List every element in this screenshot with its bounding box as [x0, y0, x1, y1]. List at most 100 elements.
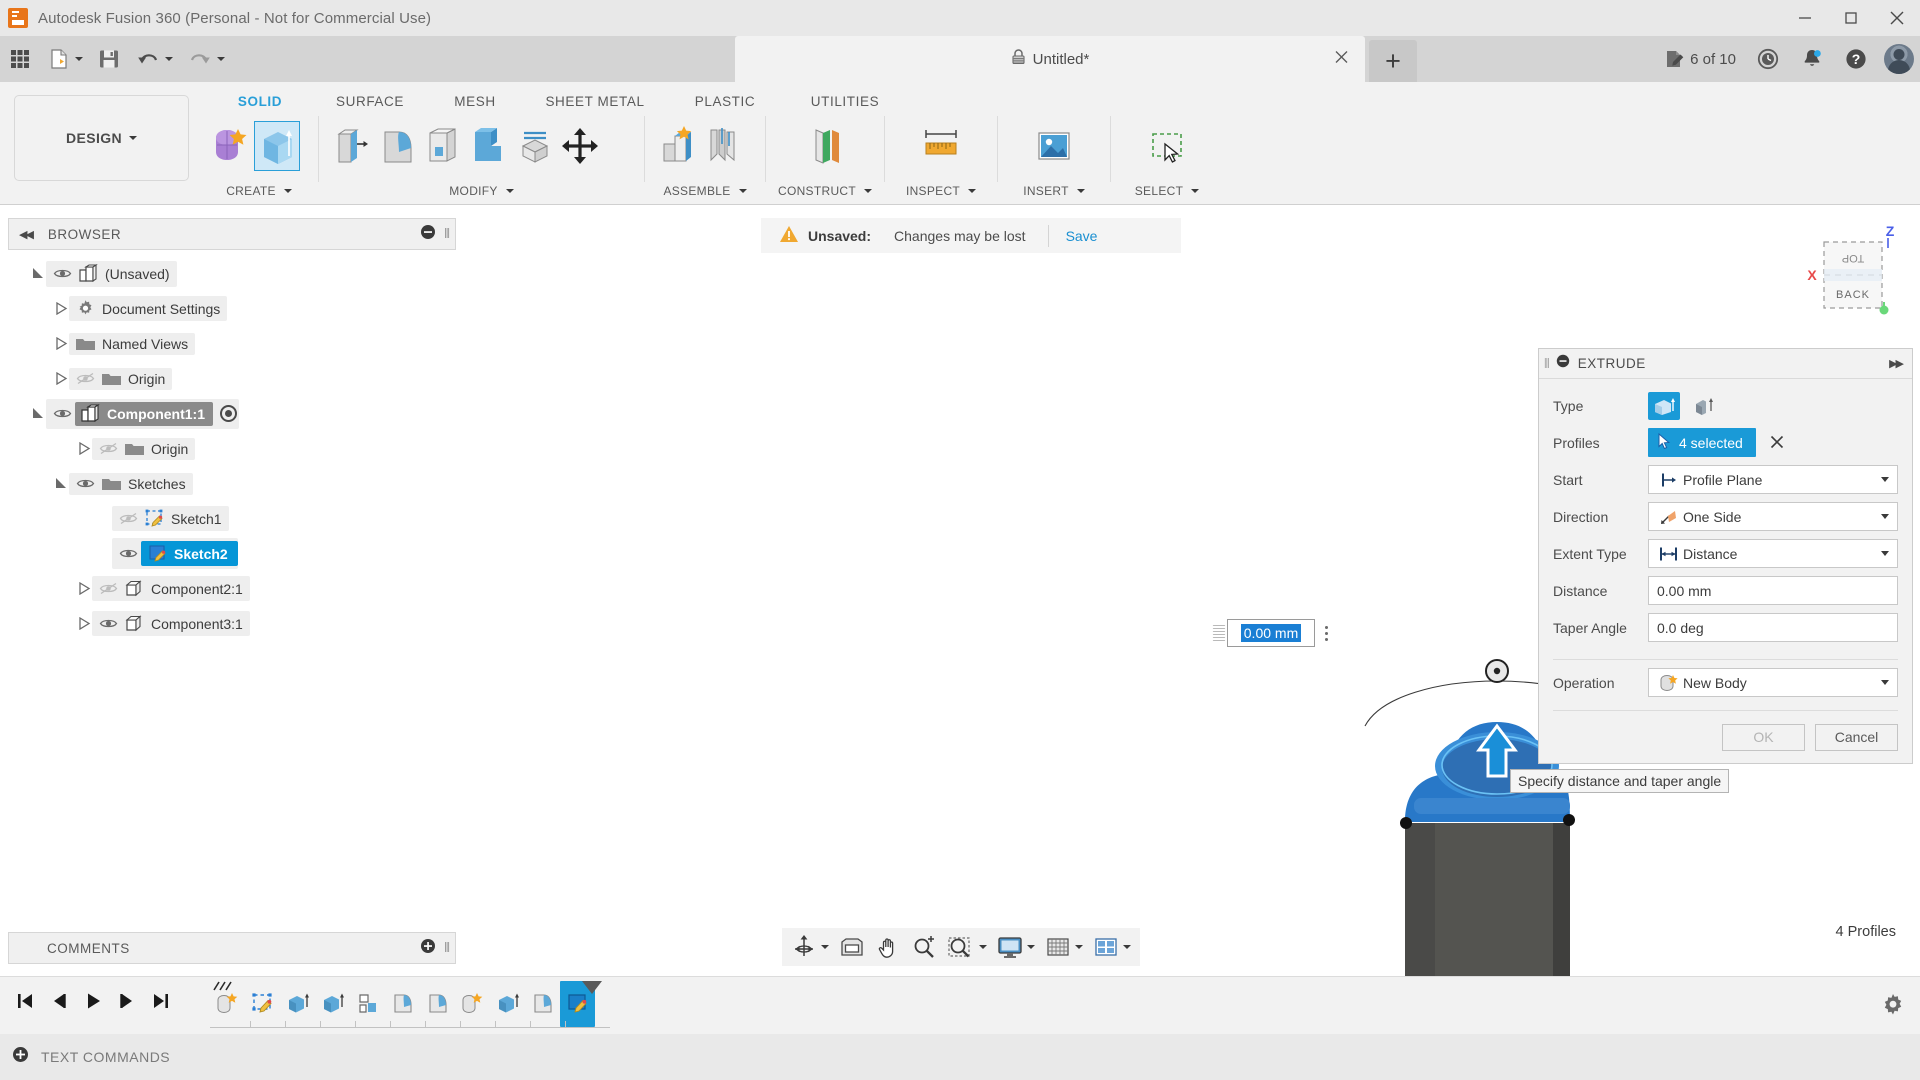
- start-dropdown[interactable]: Profile Plane: [1648, 465, 1898, 494]
- tree-item-origin-comp[interactable]: Origin: [92, 437, 196, 460]
- panel-grip-icon[interactable]: ⦀: [444, 940, 450, 956]
- tree-row-component2[interactable]: Component2:1: [8, 571, 456, 606]
- maximize-icon[interactable]: [1828, 0, 1874, 36]
- plus-circle-icon[interactable]: [12, 1046, 29, 1068]
- redo-icon[interactable]: [181, 41, 231, 77]
- tree-row-named-views[interactable]: Named Views: [8, 326, 456, 361]
- orbit-icon[interactable]: [786, 930, 834, 964]
- distance-manipulator[interactable]: 0.00 mm: [1212, 618, 1337, 648]
- press-pull-icon[interactable]: [328, 122, 372, 170]
- timeline-feature-new-component[interactable]: [210, 981, 245, 1027]
- tab-sheet-metal[interactable]: SHEET METAL: [525, 88, 665, 115]
- expander-right-icon[interactable]: [53, 372, 69, 385]
- app-grid-icon[interactable]: [1, 41, 39, 77]
- undo-icon[interactable]: [129, 41, 179, 77]
- expander-right-icon[interactable]: [53, 302, 69, 315]
- expander-right-icon[interactable]: [76, 582, 92, 595]
- display-settings-icon[interactable]: [992, 930, 1040, 964]
- shell-icon[interactable]: [420, 122, 464, 170]
- undo-caret-icon[interactable]: [165, 57, 173, 61]
- expander-down-icon[interactable]: [30, 267, 46, 280]
- extrude-dialog-header[interactable]: ⦀ EXTRUDE ▶▶: [1539, 349, 1912, 379]
- panel-label-assemble[interactable]: ASSEMBLE: [645, 178, 765, 204]
- create-sketch-icon[interactable]: [209, 122, 253, 170]
- help-icon[interactable]: ?: [1836, 40, 1876, 78]
- job-status-icon[interactable]: 6 of 10: [1655, 40, 1744, 78]
- offset-plane-icon[interactable]: [803, 122, 847, 170]
- manipulator-input[interactable]: 0.00 mm: [1227, 619, 1315, 647]
- tab-utilities[interactable]: UTILITIES: [785, 88, 905, 115]
- extent-type-dropdown[interactable]: Distance: [1648, 539, 1898, 568]
- plus-circle-icon[interactable]: [420, 938, 436, 959]
- zoom-icon[interactable]: [906, 930, 942, 964]
- tree-item-named-views[interactable]: Named Views: [69, 332, 196, 355]
- manipulator-grip-icon[interactable]: [1212, 618, 1226, 648]
- user-avatar[interactable]: [1884, 44, 1914, 74]
- panel-label-construct[interactable]: CONSTRUCT: [766, 178, 884, 204]
- expander-right-icon[interactable]: [53, 337, 69, 350]
- panel-label-modify[interactable]: MODIFY: [319, 178, 644, 204]
- zoom-window-caret-icon[interactable]: [979, 945, 987, 949]
- tree-item-document-settings[interactable]: Document Settings: [69, 296, 228, 321]
- select-window-icon[interactable]: [1145, 122, 1189, 170]
- measure-icon[interactable]: [919, 122, 963, 170]
- move-copy-icon[interactable]: [558, 122, 602, 170]
- workspace-switcher-button[interactable]: DESIGN: [14, 95, 189, 181]
- ok-button[interactable]: OK: [1722, 723, 1805, 751]
- visibility-icon-visible[interactable]: [95, 617, 121, 630]
- go-to-end-icon[interactable]: [146, 986, 176, 1016]
- save-icon[interactable]: [91, 41, 127, 77]
- tab-plastic[interactable]: PLASTIC: [665, 88, 785, 115]
- tree-row-origin-comp[interactable]: Origin: [8, 431, 456, 466]
- dialog-grip-icon[interactable]: ⦀: [1544, 356, 1550, 372]
- extrude-solid-icon[interactable]: [1648, 391, 1680, 420]
- operation-dropdown[interactable]: New Body: [1648, 668, 1898, 697]
- visibility-icon-visible[interactable]: [49, 267, 75, 280]
- insert-image-icon[interactable]: [1032, 122, 1076, 170]
- visibility-icon-visible[interactable]: [72, 477, 98, 490]
- expand-right-icon[interactable]: ▶▶: [1889, 357, 1904, 370]
- visibility-icon-visible[interactable]: [49, 407, 75, 420]
- expander-down-icon[interactable]: [30, 407, 46, 420]
- extrude-thin-icon[interactable]: [1688, 392, 1720, 420]
- tree-item-sketches[interactable]: Sketches: [69, 472, 193, 495]
- minimize-icon[interactable]: [1782, 0, 1828, 36]
- tree-row-sketches[interactable]: Sketches: [8, 466, 456, 501]
- new-file-caret-icon[interactable]: [75, 57, 83, 61]
- play-icon[interactable]: [78, 986, 108, 1016]
- close-icon[interactable]: [1874, 0, 1920, 36]
- go-to-beginning-icon[interactable]: [10, 986, 40, 1016]
- minus-circle-icon[interactable]: [420, 224, 436, 245]
- display-settings-caret-icon[interactable]: [1027, 945, 1035, 949]
- orbit-caret-icon[interactable]: [821, 945, 829, 949]
- combine-icon[interactable]: [466, 122, 510, 170]
- new-tab-button[interactable]: +: [1369, 40, 1417, 82]
- save-link[interactable]: Save: [1066, 228, 1098, 244]
- expander-right-icon[interactable]: [76, 617, 92, 630]
- tab-mesh[interactable]: MESH: [425, 88, 525, 115]
- panel-label-insert[interactable]: INSERT: [998, 178, 1110, 204]
- tab-close-icon[interactable]: [1334, 50, 1349, 69]
- zoom-window-icon[interactable]: [942, 930, 992, 964]
- text-commands-label[interactable]: TEXT COMMANDS: [41, 1049, 170, 1065]
- tab-solid[interactable]: SOLID: [205, 88, 315, 115]
- tree-item-component3[interactable]: Component3:1: [92, 611, 250, 636]
- recent-icon[interactable]: [1748, 40, 1788, 78]
- tree-row-origin-root[interactable]: Origin: [8, 361, 456, 396]
- expander-right-icon[interactable]: [76, 442, 92, 455]
- cancel-button[interactable]: Cancel: [1815, 723, 1898, 751]
- tree-row-component3[interactable]: Component3:1: [8, 606, 456, 641]
- timeline-end-marker[interactable]: [580, 979, 604, 1002]
- new-component-icon[interactable]: [654, 122, 698, 170]
- tree-item-origin-root[interactable]: Origin: [69, 367, 173, 390]
- visibility-icon-hidden[interactable]: [115, 512, 141, 525]
- timeline-settings-icon[interactable]: [1880, 992, 1906, 1023]
- panel-label-create[interactable]: CREATE: [200, 178, 318, 204]
- profiles-selection-button[interactable]: 4 selected: [1648, 428, 1756, 457]
- fillet-icon[interactable]: [374, 122, 418, 170]
- taper-angle-input[interactable]: 0.0 deg: [1648, 613, 1898, 642]
- tree-row-sketch2[interactable]: Sketch2: [8, 536, 456, 571]
- document-tab[interactable]: Untitled*: [735, 36, 1365, 82]
- tree-item-component1[interactable]: Component1:1: [46, 398, 239, 429]
- panel-label-select[interactable]: SELECT: [1111, 178, 1223, 204]
